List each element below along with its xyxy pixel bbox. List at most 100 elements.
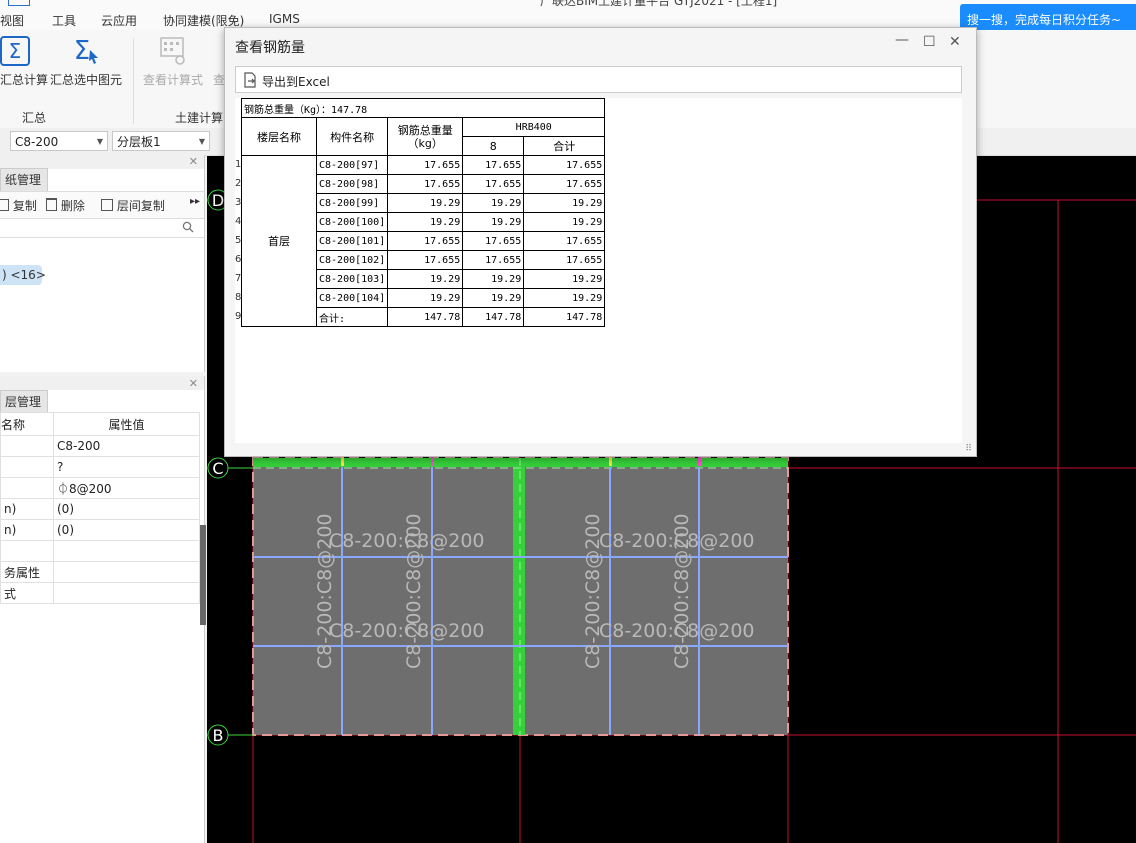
menu-cloud-apps[interactable]: 云应用 [101, 12, 137, 29]
menu-tools[interactable]: 工具 [52, 12, 76, 29]
header-floor: 楼层名称 [241, 117, 317, 156]
prop-value[interactable] [53, 540, 200, 562]
drawing-list-item[interactable]: ) <16> [0, 265, 46, 285]
table-header-row: 楼层名称 构件名称 钢筋总重量（kg） HRB400 [241, 117, 606, 156]
prop-name [0, 435, 54, 457]
sum-cell: 19.29 [523, 212, 606, 232]
axis-label-c: C [212, 459, 223, 478]
component-cell[interactable]: C8-200[103] [315, 269, 389, 289]
d8-cell: 17.655 [462, 231, 525, 251]
component-cell[interactable]: C8-200[98] [315, 174, 389, 194]
header-subtotal: 合计 [523, 136, 606, 156]
layer-copy-label: 层间复制 [116, 199, 165, 213]
d8-cell: 19.29 [462, 193, 525, 213]
header-value: 属性值 [53, 412, 200, 436]
header-total-weight: 钢筋总重量（kg） [387, 117, 464, 156]
delete-button[interactable]: 删除 [46, 197, 85, 214]
total-cell: 17.655 [387, 155, 464, 175]
more-tools-button[interactable]: ▸▸ [190, 196, 200, 207]
total-cell: 147.78 [387, 307, 464, 327]
summary-selected-button[interactable]: Σ 汇总选中图元 [48, 36, 124, 88]
prop-name [0, 477, 54, 499]
view-formula-button[interactable]: 查看计算式 [142, 36, 204, 88]
component-select-value: C8-200 [15, 135, 59, 149]
layer-copy-button[interactable]: 层间复制 [101, 197, 165, 214]
prop-value[interactable]: C8-200 [53, 435, 200, 457]
table-row[interactable]: 务属性 [0, 561, 200, 583]
export-excel-label: 导出到Excel [262, 75, 330, 89]
prop-value[interactable] [53, 582, 200, 604]
header-diameter: 8 [462, 136, 525, 156]
sum-cell: 17.655 [523, 174, 606, 194]
component-select[interactable]: C8-200 ▼ [10, 131, 108, 151]
prop-value[interactable]: ? [53, 456, 200, 478]
d8-cell: 19.29 [462, 288, 525, 308]
table-row[interactable]: n) (0) [0, 498, 200, 520]
prop-value[interactable]: (0) [53, 498, 200, 520]
prop-value[interactable]: ⏀8@200 [53, 477, 200, 499]
layer-copy-icon [101, 199, 113, 211]
total-weight-label: 钢筋总重量（Kg）：147.78 [240, 98, 606, 118]
copy-label: 复制 [12, 199, 37, 213]
table-header-row: 名称 属性值 [0, 412, 200, 436]
view-formula-label: 查看计算式 [142, 73, 203, 87]
export-excel-button[interactable]: 导出到Excel [235, 66, 962, 93]
d8-cell: 17.655 [462, 174, 525, 194]
copy-button[interactable]: 复制 [0, 197, 37, 214]
total-cell: 17.655 [387, 250, 464, 270]
total-weight-row: 钢筋总重量（Kg）：147.78 [240, 98, 606, 118]
slab-label-vertical: C8-200:C8@200 [314, 514, 336, 670]
table-row[interactable]: 式 [0, 582, 200, 604]
component-cell[interactable]: C8-200[102] [315, 250, 389, 270]
slab-label-vertical: C8-200:C8@200 [671, 514, 693, 670]
component-cell[interactable]: C8-200[101] [315, 231, 389, 251]
component-cell[interactable]: C8-200[97] [315, 155, 389, 175]
prop-name [0, 540, 54, 562]
resize-grip-icon[interactable]: ⠿ [965, 444, 972, 454]
table-row[interactable]: ⏀8@200 [0, 477, 200, 499]
prop-name: 式 [0, 582, 54, 604]
component-cell[interactable]: C8-200[100] [315, 212, 389, 232]
rebar-quantity-dialog: 查看钢筋量 — ☐ ✕ 导出到Excel 1 2 3 4 5 6 7 8 9 钢… [224, 27, 977, 457]
prop-name: n) [0, 498, 54, 520]
d8-cell: 17.655 [462, 250, 525, 270]
drawing-panel: ✕ 纸管理 复制 删除 层间复制 ▸▸ [0, 155, 205, 372]
table-row[interactable]: 首层 C8-200[97] 17.655 17.655 17.655 [241, 155, 606, 327]
sum-cell: 17.655 [523, 155, 606, 175]
close-icon[interactable]: ✕ [949, 34, 961, 50]
maximize-icon[interactable]: ☐ [923, 34, 936, 50]
sum-cell: 19.29 [523, 269, 606, 289]
sum-cell: 19.29 [523, 288, 606, 308]
d8-cell: 19.29 [462, 269, 525, 289]
component-cell[interactable]: C8-200[99] [315, 193, 389, 213]
layer-select[interactable]: 分层板1 ▼ [112, 131, 210, 151]
slab-label-vertical: C8-200:C8@200 [403, 514, 425, 670]
prop-value[interactable] [53, 561, 200, 583]
table-row[interactable]: ? [0, 456, 200, 478]
total-cell: 19.29 [387, 193, 464, 213]
property-table: 名称 属性值 C8-200 ? ⏀8@200 n) (0) n) (0) 务属性 式 [0, 412, 200, 604]
group-tujian-label: 土建计算 [175, 111, 224, 125]
rebar-table-area: 1 2 3 4 5 6 7 8 9 钢筋总重量（Kg）：147.78 楼层名称 … [235, 98, 962, 443]
drawing-search-bar[interactable] [0, 217, 204, 238]
layer-panel-header [0, 376, 204, 390]
summary-calc-button[interactable]: Σ 汇总计算 [0, 36, 48, 88]
table-row[interactable]: C8-200 [0, 435, 200, 457]
search-icon [182, 221, 194, 233]
d8-cell: 17.655 [462, 155, 525, 175]
table-row[interactable] [0, 540, 200, 562]
tab-layer-management[interactable]: 层管理 [0, 390, 49, 413]
close-icon[interactable]: ✕ [189, 155, 198, 168]
close-icon[interactable]: ✕ [189, 377, 198, 390]
sum-cell: 17.655 [523, 250, 606, 270]
panel-splitter-handle[interactable] [200, 525, 206, 625]
table-row[interactable]: n) (0) [0, 519, 200, 541]
component-cell[interactable]: C8-200[104] [315, 288, 389, 308]
beam-middle[interactable] [513, 458, 525, 735]
menu-view[interactable]: 视图 [0, 12, 24, 29]
svg-text:Σ: Σ [9, 39, 22, 63]
minimize-icon[interactable]: — [895, 32, 909, 48]
prop-value[interactable]: (0) [53, 519, 200, 541]
menu-igms[interactable]: IGMS [269, 12, 300, 26]
tab-drawing-management[interactable]: 纸管理 [0, 168, 49, 191]
